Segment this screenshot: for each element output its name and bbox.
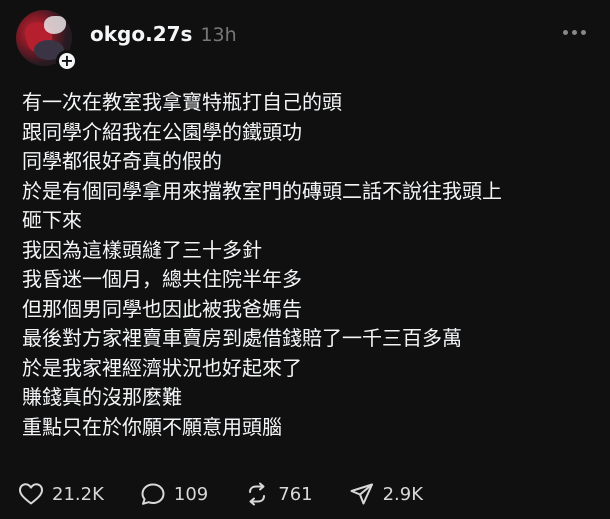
post-body: 有一次在教室我拿寶特瓶打自己的頭 跟同學介紹我在公園學的鐵頭功 同學都很好奇真的… xyxy=(22,88,592,442)
dot xyxy=(581,30,586,35)
repost-count: 761 xyxy=(278,483,313,505)
post-line: 砸下來 xyxy=(22,208,82,232)
repost-icon xyxy=(249,482,266,506)
post-line: 跟同學介紹我在公園學的鐵頭功 xyxy=(22,119,302,144)
post-header: okgo.27s 13h xyxy=(90,22,237,46)
comment-icon xyxy=(141,483,165,505)
timestamp: 13h xyxy=(200,24,237,46)
post-line: 但那個男同學也因此被我爸媽告 xyxy=(22,296,302,321)
username[interactable]: okgo.27s xyxy=(90,22,192,46)
share-count: 2.9K xyxy=(382,483,424,505)
post-line: 於是我家裡經濟狀況也好起來了 xyxy=(22,355,302,380)
reply-count: 109 xyxy=(173,483,209,505)
thread-post: + okgo.27s 13h 有一次在教室我拿寶特瓶打自己的頭 跟同學介紹我在公… xyxy=(0,0,610,519)
post-line: 於是有個同學拿用來擋教室門的磚頭二話不說往我頭上 xyxy=(22,178,502,203)
like-count: 21.2K xyxy=(52,483,104,505)
like-button[interactable]: 21.2K xyxy=(18,482,104,506)
post-line: 我因為這樣頭縫了三十多針 xyxy=(22,237,262,262)
more-icon[interactable] xyxy=(563,30,586,35)
post-line: 賺錢真的沒那麼難 xyxy=(22,385,182,409)
dot xyxy=(572,30,577,35)
send-icon xyxy=(350,483,373,505)
post-line: 最後對方家裡賣車賣房到處借錢賠了一千三百多萬 xyxy=(22,326,462,350)
dot xyxy=(563,30,568,35)
plus-icon[interactable]: + xyxy=(56,50,78,72)
post-line: 同學都很好奇真的假的 xyxy=(22,149,222,173)
avatar-art xyxy=(44,16,66,34)
heart-icon xyxy=(19,483,43,505)
post-line: 我昏迷一個月，總共住院半年多 xyxy=(22,267,302,291)
share-button[interactable]: 2.9K xyxy=(349,482,423,506)
avatar-container[interactable]: + xyxy=(16,10,78,72)
post-line: 重點只在於你願不願意用頭腦 xyxy=(22,414,282,439)
reply-button[interactable]: 109 xyxy=(140,482,208,506)
repost-button[interactable]: 761 xyxy=(244,482,313,506)
post-line: 有一次在教室我拿寶特瓶打自己的頭 xyxy=(22,90,342,114)
action-bar: 21.2K 109 761 2.9K xyxy=(18,482,423,506)
